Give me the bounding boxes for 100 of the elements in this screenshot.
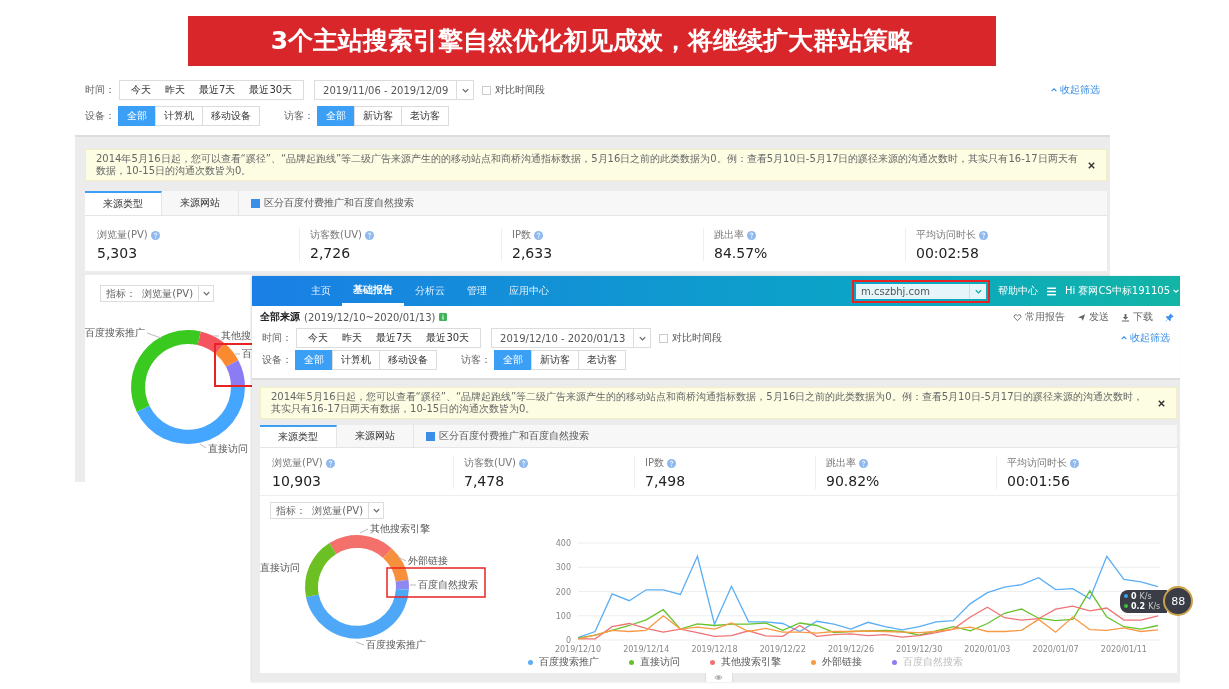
metric-label: 平均访问时长 — [1007, 456, 1067, 470]
leader-line — [355, 641, 365, 646]
metric-label: 访客数(UV) — [310, 228, 362, 242]
help-icon — [979, 230, 988, 240]
toolbar-button[interactable]: 发送 — [1077, 310, 1109, 324]
checkbox[interactable] — [426, 431, 435, 441]
chart-label: 其他搜 — [221, 330, 251, 341]
caret-icon — [1172, 287, 1180, 295]
indicator-dropdown[interactable]: 指标： 浏览量(PV) — [270, 502, 385, 519]
metric-value: 10,903 — [272, 473, 322, 489]
legend-label[interactable]: 外部链接 — [822, 655, 862, 669]
leader-line — [199, 443, 207, 449]
notice-text: 2014年5月16日起，您可以查看“蹊径”、“品牌起跑线”等二级广告来源产生的的移动站点和商桥沟通指标数据，5月16日之前的此类数据为0。例：查看5月10日-5月17日的蹊径来源的沟通次数时，其实只有16-17日两天有数据，10-15日的沟通次数皆为0。 — [271, 391, 1145, 415]
leader-line — [397, 556, 407, 562]
speed-value: 0 — [1131, 591, 1137, 601]
filter-button[interactable]: 计算机 — [155, 106, 203, 126]
filter-button[interactable]: 移动设备 — [202, 106, 260, 126]
filter-button[interactable]: 老访客 — [578, 350, 626, 370]
filter-button[interactable]: 计算机 — [332, 350, 380, 370]
caret-icon — [1120, 334, 1128, 342]
metric-value: 7,498 — [645, 473, 687, 489]
metric-value: 2,633 — [512, 245, 554, 261]
date-range-field[interactable]: 2019/11/06 - 2019/12/09 — [314, 80, 475, 100]
nav-tab[interactable]: 基础报告 — [342, 276, 404, 306]
metric-label: IP数 — [512, 228, 531, 242]
filter-label: 时间： — [262, 331, 292, 345]
speed-unit: K/s — [1139, 591, 1152, 601]
eye-icon — [714, 673, 723, 682]
metric-label: 跳出率 — [826, 456, 856, 470]
checkbox[interactable] — [251, 198, 260, 208]
date-range-field[interactable]: 2019/12/10 - 2020/01/13 — [491, 328, 652, 348]
chart-label: 直接访问 — [260, 562, 300, 573]
metric-label: 平均访问时长 — [916, 228, 976, 242]
filter-button[interactable]: 老访客 — [401, 106, 449, 126]
time-option-button[interactable]: 今天 — [301, 330, 335, 346]
toolbar-button[interactable]: 常用报告 — [1013, 310, 1065, 324]
indicator-dropdown[interactable]: 指标： 浏览量(PV) — [100, 285, 215, 302]
heart-icon — [1013, 312, 1022, 322]
filter-button[interactable]: 新访客 — [354, 106, 402, 126]
axis-label: 2019/12/14 — [623, 645, 670, 654]
legend-label[interactable]: 百度搜索推广 — [539, 655, 599, 669]
collapse-link[interactable]: 收起筛选 — [1120, 331, 1170, 345]
legend-label[interactable]: 其他搜索引擎 — [721, 655, 781, 669]
metric-label: 访客数(UV) — [464, 456, 516, 470]
page-title: 全部来源 — [260, 310, 300, 324]
leader-line — [359, 528, 369, 534]
page-period: (2019/12/10~2020/01/13) — [304, 311, 436, 323]
filter-label: 时间： — [85, 83, 115, 97]
checkbox[interactable] — [659, 333, 669, 343]
metric-value: 2,726 — [310, 245, 352, 261]
time-option-button[interactable]: 昨天 — [335, 330, 369, 346]
axis-label: 400 — [555, 539, 571, 548]
highlight-frame — [214, 343, 252, 387]
toolbar-button[interactable] — [1165, 310, 1174, 324]
axis-label: 2019/12/26 — [827, 645, 874, 654]
metric-value: 90.82% — [826, 473, 881, 489]
checkbox[interactable] — [482, 85, 492, 95]
axis-label: 2020/01/07 — [1032, 645, 1079, 654]
chart-label: 百 — [242, 348, 252, 359]
help-icon — [1070, 458, 1079, 468]
nav-tab[interactable]: 主页 — [300, 276, 342, 306]
chart-label: 百度自然搜索 — [418, 579, 478, 590]
metric-value: 7,478 — [464, 473, 506, 489]
axis-label: 2020/01/11 — [1100, 645, 1147, 654]
filter-label: 设备： — [85, 109, 115, 123]
axis-label: 2019/12/30 — [896, 645, 943, 654]
speed-unit: K/s — [1148, 601, 1161, 611]
send-icon — [1077, 312, 1086, 322]
menu-icon[interactable] — [1046, 285, 1057, 297]
tab[interactable]: 来源类型 — [260, 425, 337, 447]
tab[interactable]: 来源类型 — [85, 191, 162, 215]
leader-line — [146, 332, 162, 339]
help-icon — [534, 230, 543, 240]
time-option-button[interactable]: 最近7天 — [192, 82, 243, 98]
help-icon — [747, 230, 756, 240]
caret-icon — [371, 506, 381, 515]
collapse-tab[interactable] — [704, 673, 733, 682]
filter-button[interactable]: 移动设备 — [379, 350, 437, 370]
filter-label: 设备： — [262, 353, 292, 367]
time-option-button[interactable]: 最近30天 — [419, 330, 477, 346]
status-dot — [1124, 594, 1128, 598]
collapse-link[interactable]: 收起筛选 — [1050, 83, 1100, 97]
time-option-button[interactable]: 今天 — [124, 82, 158, 98]
chart-label: 外部链接 — [408, 555, 448, 566]
time-option-button[interactable]: 昨天 — [158, 82, 192, 98]
toolbar-button[interactable]: 下载 — [1121, 310, 1153, 324]
pin-icon — [1165, 312, 1174, 322]
chart-label: 百度搜索推广 — [85, 327, 145, 338]
metric-value: 00:01:56 — [1007, 473, 1071, 489]
filter-button[interactable]: 新访客 — [531, 350, 579, 370]
leader-line — [212, 335, 220, 337]
time-option-button[interactable]: 最近30天 — [242, 82, 300, 98]
metric-label: 跳出率 — [714, 228, 744, 242]
legend-label[interactable]: 直接访问 — [640, 655, 680, 669]
metric-label: 浏览量(PV) — [97, 228, 148, 242]
metric-label: IP数 — [645, 456, 664, 470]
donut-segment — [215, 343, 239, 367]
time-option-button[interactable]: 最近7天 — [369, 330, 420, 346]
site-select[interactable]: m.cszbhj.com — [856, 283, 986, 299]
axis-label: 2019/12/22 — [759, 645, 806, 654]
